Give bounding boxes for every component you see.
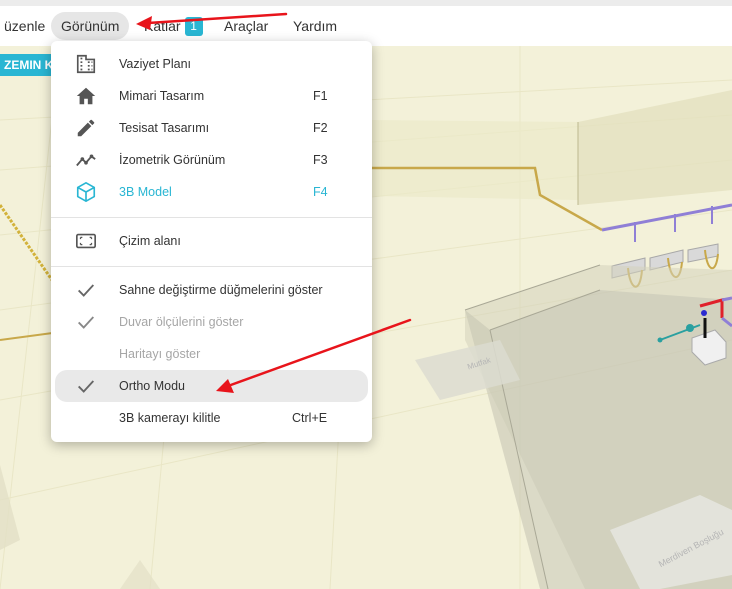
menu-katlar[interactable]: Katlar 1 [134,12,213,40]
menu-item-haritayi-goster[interactable]: Haritayı göster [51,338,372,370]
menu-item-shortcut: F3 [313,153,328,167]
menu-item-duvar-olculeri[interactable]: Duvar ölçülerini göster [51,306,372,338]
menu-item-label: Sahne değiştirme düğmelerini göster [119,283,323,297]
menu-item-izometrik-gorunum[interactable]: İzometrik Görünüm F3 [51,144,372,176]
menu-item-mimari-tasarim[interactable]: Mimari Tasarım F1 [51,80,372,112]
menu-item-sahne-dugmeleri[interactable]: Sahne değiştirme düğmelerini göster [51,274,372,306]
check-icon [78,380,95,393]
menu-bar: üzenle Görünüm Katlar 1 Araçlar Yardım [0,0,732,46]
check-icon [78,284,95,297]
menu-item-label: İzometrik Görünüm [119,153,226,167]
menu-item-vaziyet-plani[interactable]: Vaziyet Planı [51,48,372,80]
menu-divider [51,217,372,218]
menu-araclar[interactable]: Araçlar [214,12,278,40]
home-icon [76,87,96,105]
check-icon [78,316,95,329]
menu-item-label: 3B kamerayı kilitle [119,411,221,425]
menu-duzenle[interactable]: üzenle [0,12,55,40]
menu-item-cizim-alani[interactable]: Çizim alanı [51,225,372,257]
menu-item-shortcut: F1 [313,89,328,103]
isometric-line-icon [76,154,96,167]
menu-item-shortcut: F2 [313,121,328,135]
menu-item-tesisat-tasarimi[interactable]: Tesisat Tasarımı F2 [51,112,372,144]
cube-icon [76,182,96,202]
gorunum-dropdown-menu: Vaziyet Planı Mimari Tasarım F1 Tesisat … [51,41,372,442]
menu-yardim[interactable]: Yardım [283,12,347,40]
menu-item-ortho-modu[interactable]: Ortho Modu [55,370,368,402]
floor-count-badge: 1 [184,17,203,36]
menu-divider [51,266,372,267]
menu-item-label: Tesisat Tasarımı [119,121,210,135]
menu-item-label: Ortho Modu [119,379,186,393]
menu-item-3b-model[interactable]: 3B Model F4 [51,176,372,208]
pencil-icon [77,119,95,137]
menu-item-label: Vaziyet Planı [119,57,192,71]
drawing-area-icon [76,233,96,249]
floor-tab[interactable]: ZEMIN KAT [0,54,54,76]
building-grid-icon [76,54,96,74]
menu-item-label: Duvar ölçülerini göster [119,315,244,329]
menu-item-3b-kamera-kilitle[interactable]: 3B kamerayı kilitle Ctrl+E [51,402,372,434]
menu-item-label: Mimari Tasarım [119,89,205,103]
menu-gorunum[interactable]: Görünüm [51,12,130,40]
menu-item-shortcut: Ctrl+E [292,411,328,425]
menu-katlar-label: Katlar [144,18,181,34]
menu-item-label: Çizim alanı [119,234,181,248]
menu-item-label: 3B Model [119,185,172,199]
menu-item-shortcut: F4 [313,185,328,199]
menu-item-label: Haritayı göster [119,347,201,361]
